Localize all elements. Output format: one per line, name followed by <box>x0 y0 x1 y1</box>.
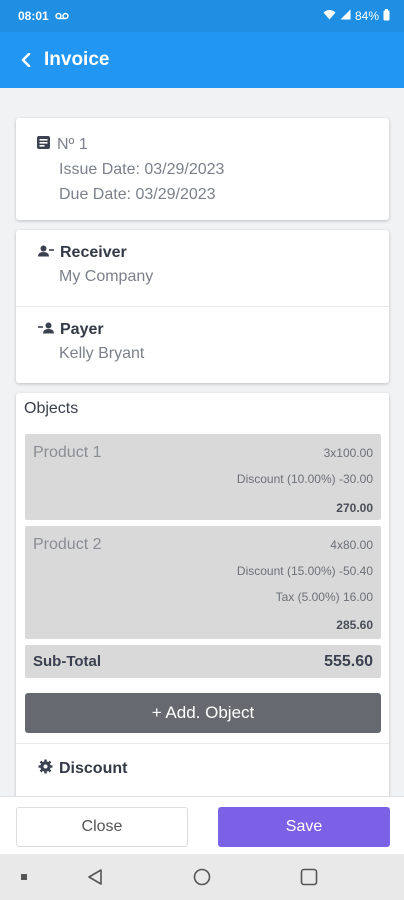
document-icon <box>36 135 51 155</box>
system-nav-bar <box>0 854 404 900</box>
object-total: 270.00 <box>336 501 373 515</box>
receiver-section[interactable]: Receiver My Company <box>16 230 389 306</box>
discount-section[interactable]: Discount <box>38 759 127 779</box>
receiver-value: My Company <box>59 268 154 285</box>
object-tax: Tax (5.00%) 16.00 <box>275 590 373 604</box>
wifi-icon <box>323 9 336 23</box>
object-name: Product 2 <box>33 536 102 553</box>
close-button[interactable]: Close <box>16 807 188 847</box>
objects-title: Objects <box>24 400 79 417</box>
nav-home-icon[interactable] <box>193 868 211 886</box>
object-name: Product 1 <box>33 444 102 461</box>
divider <box>16 743 389 744</box>
invoice-number: Nº 1 <box>57 135 88 153</box>
object-item-product-1[interactable]: Product 1 3x100.00 Discount (10.00%) -30… <box>25 434 381 520</box>
payer-value: Kelly Bryant <box>59 345 145 362</box>
objects-card: Objects Product 1 3x100.00 Discount (10.… <box>16 393 389 803</box>
subtotal-label: Sub-Total <box>33 653 102 670</box>
add-object-button[interactable]: + Add. Object <box>25 693 381 733</box>
nav-back-icon[interactable] <box>86 868 104 886</box>
receiver-label: Receiver <box>60 244 127 261</box>
object-qty: 3x100.00 <box>323 446 373 460</box>
object-qty: 4x80.00 <box>330 538 373 552</box>
nav-recents-icon[interactable] <box>300 868 318 886</box>
battery-text: 84% <box>354 9 379 23</box>
nav-square-dot-icon <box>20 873 28 881</box>
issue-date: Issue Date: 03/29/2023 <box>59 160 225 178</box>
status-time: 08:01 <box>18 9 49 23</box>
discount-label: Discount <box>59 760 128 777</box>
back-chevron-icon[interactable] <box>16 50 36 70</box>
discount-gear-icon <box>38 759 53 779</box>
object-discount: Discount (15.00%) -50.40 <box>236 564 373 578</box>
status-bar: 08:01 84% <box>0 0 404 32</box>
receiver-icon <box>38 244 54 262</box>
voicemail-icon <box>55 9 69 23</box>
payer-icon <box>38 321 54 339</box>
object-discount: Discount (10.00%) -30.00 <box>236 472 373 486</box>
object-item-product-2[interactable]: Product 2 4x80.00 Discount (15.00%) -50.… <box>25 526 381 639</box>
app-bar: Invoice <box>0 32 404 88</box>
invoice-number-row: Nº 1 <box>36 132 389 157</box>
due-date: Due Date: 03/29/2023 <box>59 185 216 203</box>
page-title: Invoice <box>44 49 110 70</box>
object-total: 285.60 <box>336 618 373 632</box>
invoice-info-card[interactable]: Nº 1 Issue Date: 03/29/2023 Due Date: 03… <box>16 118 389 220</box>
payer-label: Payer <box>60 321 104 338</box>
signal-icon <box>340 9 351 23</box>
parties-card: Receiver My Company Payer Kelly Bryant <box>16 230 389 383</box>
battery-icon <box>383 8 390 24</box>
save-button[interactable]: Save <box>218 807 390 847</box>
payer-section[interactable]: Payer Kelly Bryant <box>16 306 389 382</box>
bottom-action-bar: Close Save <box>0 796 404 854</box>
subtotal-value: 555.60 <box>324 652 373 670</box>
subtotal-row: Sub-Total 555.60 <box>25 645 381 678</box>
